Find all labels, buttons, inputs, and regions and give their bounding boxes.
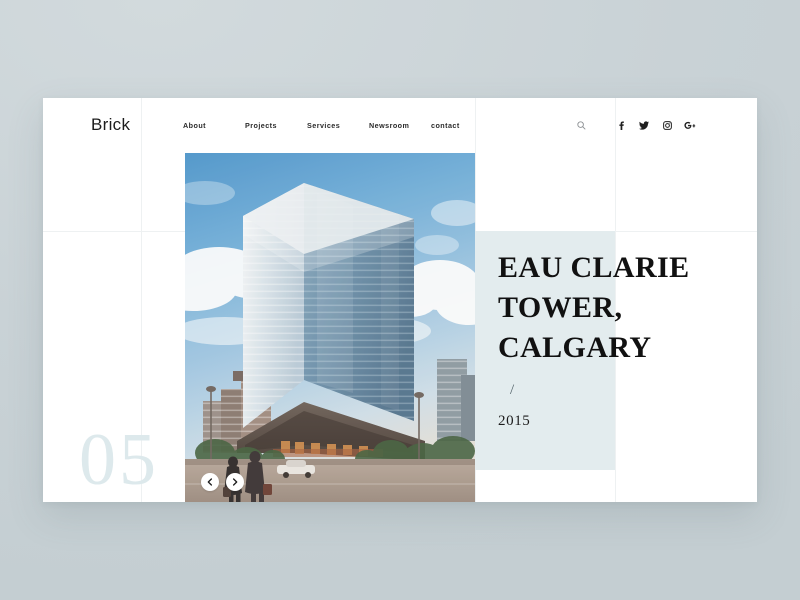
twitter-icon[interactable]: [635, 118, 653, 132]
nav-slot: contact: [431, 121, 460, 130]
project-title: EAU CLARIE TOWER, CALGARY: [498, 251, 690, 364]
slider-card: Brick About Projects Services Newsroom c…: [43, 98, 757, 502]
header-tools: [572, 118, 699, 132]
facebook-icon[interactable]: [612, 118, 630, 132]
google-plus-icon[interactable]: [681, 118, 699, 132]
slider-navigation: [201, 473, 244, 491]
project-separator: /: [510, 381, 515, 398]
slider-next-button[interactable]: [226, 473, 244, 491]
instagram-icon[interactable]: [658, 118, 676, 132]
slider-prev-button[interactable]: [201, 473, 219, 491]
nav-slot: Projects: [245, 121, 307, 130]
nav-item-about[interactable]: About: [183, 121, 245, 130]
nav-item-contact[interactable]: contact: [431, 121, 460, 130]
site-header: Brick About Projects Services Newsroom c…: [43, 98, 757, 153]
project-year: 2015: [498, 412, 531, 429]
brand-logo[interactable]: Brick: [91, 115, 130, 135]
nav-item-newsroom[interactable]: Newsroom: [369, 121, 431, 130]
project-hero-image: [185, 153, 475, 502]
nav-slot: About: [183, 121, 245, 130]
chevron-left-icon: [207, 478, 213, 486]
hero-illustration: [185, 153, 475, 502]
slide-number: 05: [79, 419, 159, 501]
project-details: EAU CLARIE TOWER, CALGARY / 2015: [498, 248, 733, 429]
main-navigation: About Projects Services Newsroom contact: [183, 121, 460, 130]
nav-slot: Newsroom: [369, 121, 431, 130]
nav-item-services[interactable]: Services: [307, 121, 369, 130]
nav-slot: Services: [307, 121, 369, 130]
search-icon[interactable]: [572, 118, 590, 132]
nav-item-projects[interactable]: Projects: [245, 121, 307, 130]
chevron-right-icon: [232, 478, 238, 486]
